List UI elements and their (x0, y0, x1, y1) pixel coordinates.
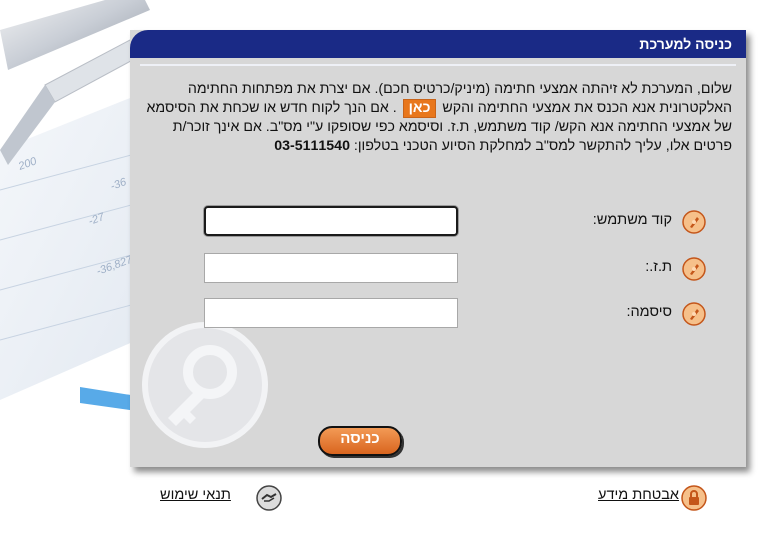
terms-link[interactable]: תנאי שימוש (160, 487, 231, 503)
security-link[interactable]: אבטחת מידע (598, 487, 679, 503)
divider (140, 64, 736, 66)
panel-title: כניסה למערכת (130, 30, 746, 58)
user-code-row: קוד משתמש: (186, 206, 706, 240)
id-input[interactable] (204, 253, 458, 283)
id-row: ת.ז.: (186, 253, 706, 287)
lock-icon (681, 485, 707, 511)
password-label: סיסמה: (626, 304, 672, 320)
pen-icon (682, 210, 706, 234)
intro-text: שלום, המערכת לא זיהתה אמצעי חתימה (מיניק… (144, 80, 732, 156)
handshake-icon (256, 485, 282, 511)
id-label: ת.ז.: (645, 259, 672, 275)
pen-icon (682, 302, 706, 326)
password-input[interactable] (204, 298, 458, 328)
pen-icon (682, 257, 706, 281)
login-button[interactable]: כניסה (318, 426, 402, 456)
user-code-input[interactable] (204, 206, 458, 236)
key-icon (142, 322, 268, 448)
user-code-label: קוד משתמש: (592, 212, 672, 228)
support-phone: 03-5111540 (274, 138, 350, 154)
password-row: סיסמה: (186, 298, 706, 332)
here-link[interactable]: כאן (402, 99, 437, 118)
login-panel: כניסה למערכת שלום, המערכת לא זיהתה אמצעי… (130, 30, 746, 467)
